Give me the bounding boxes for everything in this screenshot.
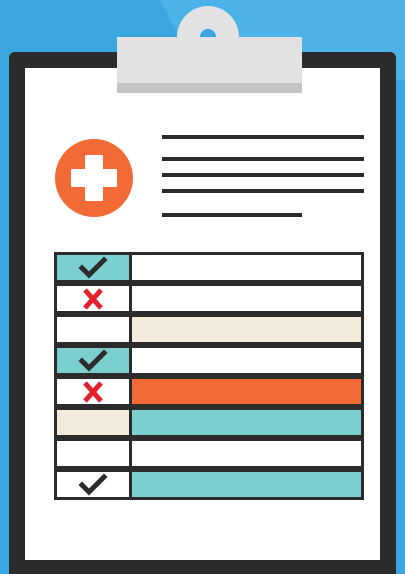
checklist-status-cell	[54, 469, 132, 500]
checklist-content-cell	[129, 314, 364, 345]
checklist-status-cell	[54, 283, 132, 314]
checklist-content-cell	[129, 252, 364, 283]
medical-cross-icon	[55, 139, 133, 217]
checklist-row	[54, 469, 364, 500]
checklist-row	[54, 314, 364, 345]
check-icon	[78, 348, 108, 372]
checklist-table	[54, 252, 364, 500]
checklist-content-cell	[129, 283, 364, 314]
checklist-content-cell	[129, 345, 364, 376]
checklist-content-cell	[129, 438, 364, 469]
text-line	[162, 213, 302, 217]
checklist-row	[54, 407, 364, 438]
text-line	[162, 189, 364, 193]
check-icon	[78, 255, 108, 279]
checklist-row	[54, 345, 364, 376]
checklist-status-cell	[54, 407, 132, 438]
checklist-content-cell	[129, 376, 364, 407]
text-line	[162, 135, 364, 139]
checklist-status-cell	[54, 314, 132, 345]
checklist-row	[54, 283, 364, 314]
checklist-status-cell	[54, 376, 132, 407]
checklist-status-cell	[54, 252, 132, 283]
clip-plate-shadow	[117, 83, 302, 93]
check-icon	[78, 472, 108, 496]
checklist-row	[54, 438, 364, 469]
checklist-row	[54, 376, 364, 407]
checklist-status-cell	[54, 345, 132, 376]
checklist-row	[54, 252, 364, 283]
text-line	[162, 173, 364, 177]
checklist-content-cell	[129, 407, 364, 438]
cross-icon	[83, 287, 103, 310]
checklist-content-cell	[129, 469, 364, 500]
cross-icon	[83, 380, 103, 403]
checklist-status-cell	[54, 438, 132, 469]
text-line	[162, 157, 364, 161]
document-text-lines	[162, 135, 364, 220]
clipboard-clip	[117, 6, 302, 93]
clip-plate	[117, 37, 302, 83]
